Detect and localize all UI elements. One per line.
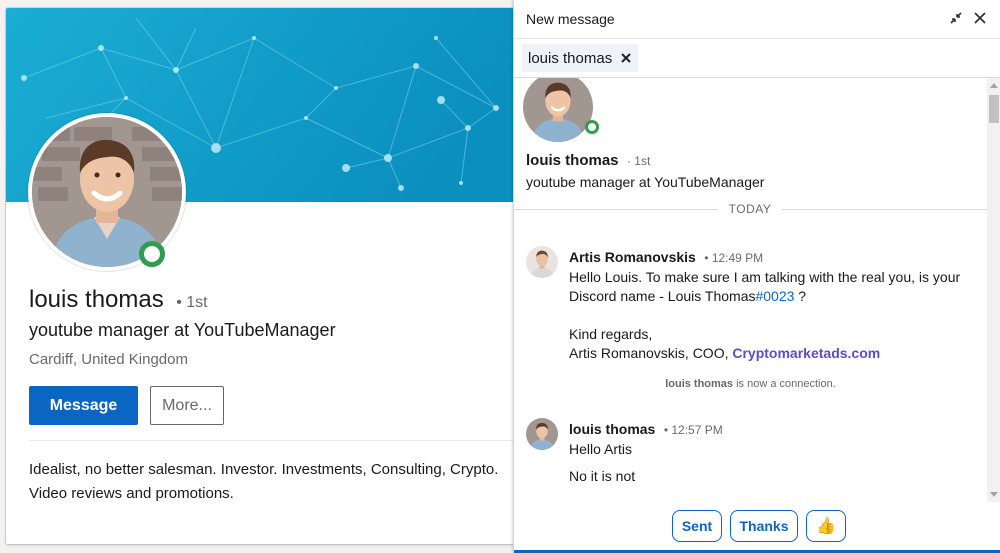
message-text: Hello Artis	[569, 441, 633, 457]
message-text: No it is not	[569, 468, 636, 484]
message-panel-title: New message	[526, 11, 615, 27]
message-text: Discord name - Louis Thomas#0023 ?	[569, 288, 806, 304]
quick-reply-thanks[interactable]: Thanks	[730, 510, 798, 542]
recipient-field[interactable]: louis thomas	[514, 39, 1000, 78]
message-sender[interactable]: louis thomas	[569, 421, 655, 437]
new-message-panel: New message louis thomas louis thomas · …	[513, 0, 1000, 553]
recipient-name: louis thomas	[528, 49, 613, 67]
online-status-indicator	[139, 241, 165, 267]
divider	[782, 209, 987, 210]
message-header: Artis Romanovskis • 12:49 PM	[569, 249, 763, 267]
website-link[interactable]: Cryptomarketads.com	[732, 345, 880, 361]
scroll-thumb[interactable]	[989, 95, 999, 123]
minimize-icon[interactable]	[947, 9, 965, 27]
connection-text: is now a connection.	[733, 378, 836, 390]
sender-avatar[interactable]	[526, 418, 558, 450]
thread-name-row: louis thomas · 1st	[526, 152, 650, 170]
thread-contact-headline: youtube manager at YouTubeManager	[526, 174, 765, 190]
close-icon[interactable]	[971, 9, 989, 27]
message-text-part: Artis Romanovskis, COO,	[569, 345, 733, 361]
message-text: Kind regards,	[569, 326, 653, 342]
degree-label: 1st	[186, 294, 208, 311]
online-status-indicator	[585, 120, 599, 134]
quick-replies: Sent Thanks 👍	[514, 502, 1000, 550]
message-time: • 12:49 PM	[704, 251, 764, 265]
divider	[29, 440, 514, 441]
divider	[514, 209, 718, 210]
connection-degree: • 1st	[176, 294, 207, 311]
profile-headline: youtube manager at YouTubeManager	[29, 320, 336, 340]
more-button[interactable]: More...	[150, 386, 224, 425]
summary-line: Idealist, no better salesman. Investor. …	[29, 461, 499, 478]
message-panel-header[interactable]: New message	[514, 0, 1000, 39]
connection-name[interactable]: louis thomas	[665, 378, 733, 390]
profile-location: Cardiff, United Kingdom	[29, 351, 188, 368]
remove-recipient-icon[interactable]	[620, 52, 632, 64]
thread-scrollbar[interactable]	[987, 78, 1000, 502]
thread-contact-name[interactable]: louis thomas	[526, 152, 619, 169]
thumbs-up-icon[interactable]: 👍	[806, 510, 846, 542]
profile-name-row: louis thomas • 1st	[29, 286, 208, 314]
message-button[interactable]: Message	[29, 386, 138, 425]
message-text-part: ?	[794, 288, 807, 304]
scroll-up-icon[interactable]	[990, 83, 998, 88]
degree-separator: •	[176, 294, 182, 311]
message-text: Hello Louis. To make sure I am talking w…	[569, 269, 961, 285]
recipient-pill[interactable]: louis thomas	[522, 44, 639, 72]
sender-avatar[interactable]	[526, 246, 558, 278]
profile-card: louis thomas • 1st youtube manager at Yo…	[6, 8, 514, 544]
message-sender[interactable]: Artis Romanovskis	[569, 249, 696, 265]
summary-line: Video reviews and promotions.	[29, 485, 234, 502]
thread-degree: · 1st	[626, 154, 651, 168]
message-header: louis thomas • 12:57 PM	[569, 421, 723, 439]
message-text: Artis Romanovskis, COO, Cryptomarketads.…	[569, 345, 880, 361]
message-thread[interactable]: louis thomas · 1st youtube manager at Yo…	[514, 78, 987, 502]
profile-name: louis thomas	[29, 286, 164, 313]
message-text-part: Discord name - Louis Thomas	[569, 288, 756, 304]
connection-note: louis thomas is now a connection.	[514, 378, 987, 390]
scroll-down-icon[interactable]	[990, 492, 998, 497]
message-time: • 12:57 PM	[663, 423, 723, 437]
quick-reply-sent[interactable]: Sent	[672, 510, 722, 542]
hashtag-link[interactable]: #0023	[755, 288, 794, 304]
profile-summary: Idealist, no better salesman. Investor. …	[29, 458, 514, 506]
thread-avatar[interactable]	[523, 78, 599, 142]
day-separator: TODAY	[728, 202, 772, 216]
